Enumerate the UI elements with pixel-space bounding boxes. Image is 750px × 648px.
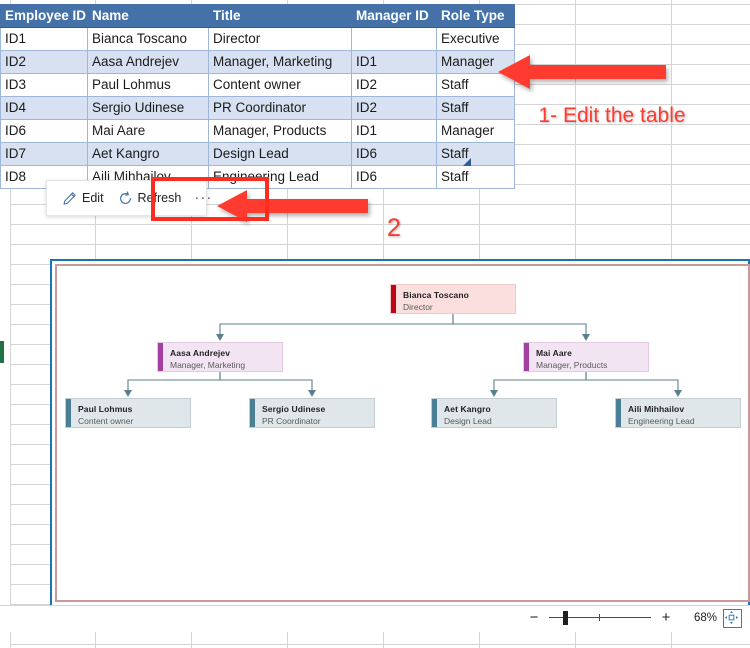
table-cell[interactable]: Manager, Products xyxy=(208,119,352,143)
table-row[interactable]: ID3 Paul Lohmus Content owner ID2 Staff xyxy=(0,73,515,97)
org-node-name: Paul Lohmus xyxy=(78,404,133,414)
table-cell[interactable]: ID6 xyxy=(351,142,437,166)
table-cell[interactable] xyxy=(351,27,437,51)
annotation-step-1: 1- Edit the table xyxy=(538,104,686,127)
org-node-id6[interactable]: Mai Aare Manager, Products xyxy=(523,342,649,372)
table-cell[interactable]: ID2 xyxy=(351,96,437,120)
table-cell[interactable]: Staff xyxy=(436,165,515,189)
table-row[interactable]: ID7 Aet Kangro Design Lead ID6 Staff xyxy=(0,142,515,166)
org-node-id4[interactable]: Sergio Udinese PR Coordinator xyxy=(249,398,375,428)
table-cell[interactable]: ID7 xyxy=(0,142,88,166)
table-header-row: Employee ID Name Title Manager ID Role T… xyxy=(0,4,515,28)
table-row[interactable]: ID1 Bianca Toscano Director Executive xyxy=(0,27,515,51)
zoom-slider-midtick xyxy=(599,614,600,621)
org-node-id8[interactable]: Aili Mihhailov Engineering Lead xyxy=(615,398,741,428)
active-cell-marker xyxy=(0,341,4,363)
org-node-id7[interactable]: Aet Kangro Design Lead xyxy=(431,398,557,428)
org-connector-arrowhead xyxy=(674,390,682,397)
table-cell[interactable]: ID1 xyxy=(351,50,437,74)
org-node-id2[interactable]: Aasa Andrejev Manager, Marketing xyxy=(157,342,283,372)
table-cell[interactable]: Manager xyxy=(436,119,515,143)
table-row[interactable]: ID6 Mai Aare Manager, Products ID1 Manager xyxy=(0,119,515,143)
edit-button[interactable]: Edit xyxy=(57,184,109,212)
column-header-manager-id[interactable]: Manager ID xyxy=(351,4,437,28)
zoom-percent-label[interactable]: 68% xyxy=(677,612,723,624)
table-cell[interactable]: Staff xyxy=(436,96,515,120)
org-connector xyxy=(127,372,221,391)
org-node-title: PR Coordinator xyxy=(262,416,321,426)
zoom-out-button[interactable]: − xyxy=(523,606,545,630)
org-node-name: Bianca Toscano xyxy=(403,290,469,300)
zoom-in-button[interactable]: + xyxy=(655,606,677,630)
zoom-slider-thumb[interactable] xyxy=(563,611,568,625)
column-header-name[interactable]: Name xyxy=(87,4,209,28)
table-cell[interactable]: Director xyxy=(208,27,352,51)
org-chart-canvas: Bianca Toscano Director Aasa Andrejev Manag… xyxy=(57,266,750,608)
org-connector-arrowhead xyxy=(582,334,590,341)
org-connector xyxy=(219,372,313,391)
table-cell[interactable]: ID2 xyxy=(0,50,88,74)
org-chart-object[interactable]: Bianca Toscano Director Aasa Andrejev Manag… xyxy=(55,264,750,602)
pencil-icon xyxy=(62,191,77,206)
org-node-title: Manager, Products xyxy=(536,360,608,370)
table-cell[interactable]: ID3 xyxy=(0,73,88,97)
org-chart-connectors xyxy=(124,314,682,397)
org-chart-selection-frame[interactable]: Bianca Toscano Director Aasa Andrejev Manag… xyxy=(50,259,750,607)
zoom-slider[interactable] xyxy=(549,606,651,630)
table-cell[interactable]: ID6 xyxy=(0,119,88,143)
table-cell[interactable]: ID2 xyxy=(351,73,437,97)
org-node-name: Aasa Andrejev xyxy=(170,348,231,358)
table-cell[interactable]: Staff xyxy=(436,142,515,166)
table-row[interactable]: ID4 Sergio Udinese PR Coordinator ID2 Staff xyxy=(0,96,515,120)
org-node-title: Manager, Marketing xyxy=(170,360,246,370)
org-connector-arrowhead xyxy=(124,390,132,397)
refresh-circular-arrow-icon xyxy=(118,190,133,206)
table-cell[interactable]: ID6 xyxy=(351,165,437,189)
org-connector xyxy=(452,314,587,335)
org-node-title: Design Lead xyxy=(444,416,492,426)
table-row[interactable]: ID2 Aasa Andrejev Manager, Marketing ID1 Man… xyxy=(0,50,515,74)
employee-table[interactable]: Employee ID Name Title Manager ID Role T… xyxy=(0,4,515,189)
org-node-name: Sergio Udinese xyxy=(262,404,326,414)
table-cell[interactable]: Aasa Andrejev xyxy=(87,50,209,74)
table-cell[interactable]: Sergio Udinese xyxy=(87,96,209,120)
table-cell[interactable]: Content owner xyxy=(208,73,352,97)
toolbar-highlight-box xyxy=(151,177,269,221)
org-connector-arrowhead xyxy=(216,334,224,341)
org-node-id3[interactable]: Paul Lohmus Content owner xyxy=(65,398,191,428)
column-header-employee-id[interactable]: Employee ID xyxy=(0,4,88,28)
org-node-name: Mai Aare xyxy=(536,348,572,358)
annotation-step-2: 2 xyxy=(387,214,401,242)
zoom-controls[interactable]: − + 68% xyxy=(523,606,744,630)
org-node-title: Content owner xyxy=(78,416,134,426)
org-node-name: Aet Kangro xyxy=(444,404,491,414)
table-cell[interactable]: ID1 xyxy=(0,27,88,51)
org-connector-arrowhead xyxy=(308,390,316,397)
column-header-role-type[interactable]: Role Type xyxy=(436,4,515,28)
org-connector-arrowhead xyxy=(490,390,498,397)
org-connector xyxy=(493,372,587,391)
table-cell[interactable]: Manager, Marketing xyxy=(208,50,352,74)
column-header-title[interactable]: Title xyxy=(208,4,352,28)
org-node-id1[interactable]: Bianca Toscano Director xyxy=(390,284,516,314)
table-cell[interactable]: Design Lead xyxy=(208,142,352,166)
table-cell[interactable]: Mai Aare xyxy=(87,119,209,143)
org-node-name: Aili Mihhailov xyxy=(628,404,685,414)
table-cell[interactable]: ID1 xyxy=(351,119,437,143)
org-node-title: Director xyxy=(403,302,433,312)
table-cell[interactable]: ID4 xyxy=(0,96,88,120)
table-cell[interactable]: Aet Kangro xyxy=(87,142,209,166)
org-connector xyxy=(585,372,679,391)
annotation-arrow-1 xyxy=(498,55,666,89)
table-cell[interactable]: Paul Lohmus xyxy=(87,73,209,97)
org-node-title: Engineering Lead xyxy=(628,416,695,426)
table-cell[interactable]: PR Coordinator xyxy=(208,96,352,120)
fit-to-window-icon[interactable] xyxy=(723,608,742,628)
org-connector xyxy=(219,314,454,335)
edit-button-label: Edit xyxy=(82,191,104,205)
table-cell[interactable]: Bianca Toscano xyxy=(87,27,209,51)
table-cell[interactable]: Executive xyxy=(436,27,515,51)
